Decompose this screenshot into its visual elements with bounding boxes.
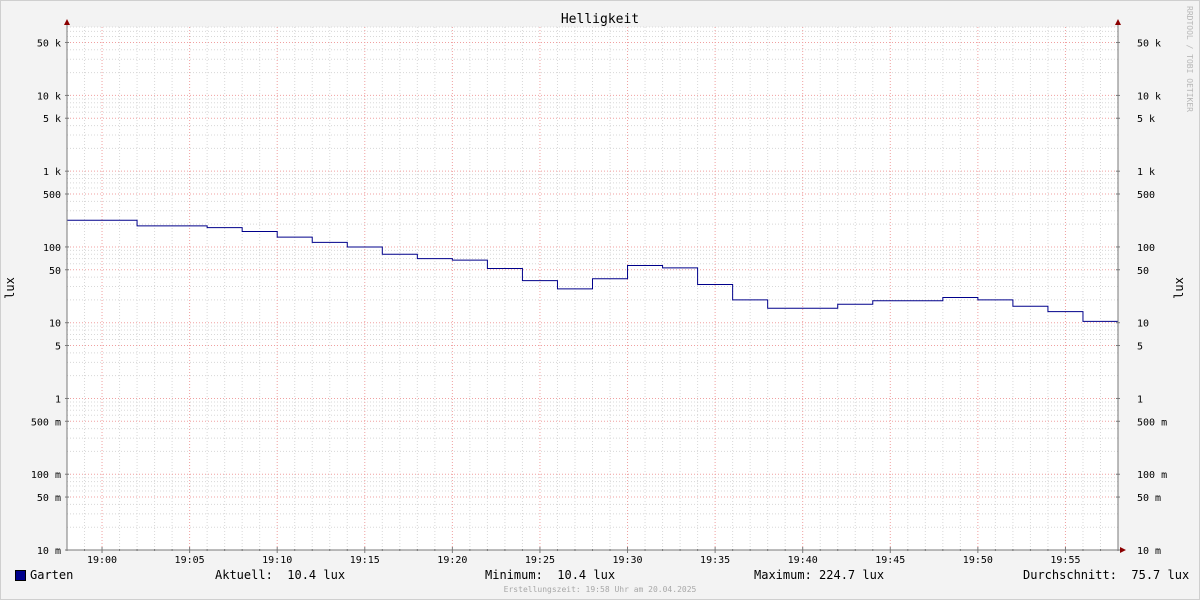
chart-title: Helligkeit: [561, 12, 639, 27]
y-tick-label-right: 50 m: [1137, 493, 1161, 504]
y-axis-label-left: lux: [3, 277, 17, 299]
x-tick-label: 19:25: [525, 555, 555, 566]
y-tick-label-left: 10 k: [37, 91, 61, 102]
y-tick-label-right: 5 k: [1137, 114, 1155, 125]
x-tick-label: 19:20: [437, 555, 467, 566]
y-tick-label-right: 10 m: [1137, 546, 1161, 557]
x-tick-label: 19:50: [963, 555, 993, 566]
y-axis-label-right: lux: [1172, 277, 1186, 299]
rrdtool-credit: RRDTOOL / TOBI OETIKER: [1185, 6, 1194, 112]
x-tick-label: 19:15: [350, 555, 380, 566]
y-tick-label-right: 5: [1137, 342, 1143, 353]
x-tick-label: 19:30: [612, 555, 642, 566]
y-tick-label-left: 5 k: [43, 114, 61, 125]
y-tick-label-left: 1: [55, 394, 61, 405]
creation-time: Erstellungszeit: 19:58 Uhr am 20.04.2025: [503, 585, 697, 594]
x-tick-label: 19:10: [262, 555, 292, 566]
y-tick-label-right: 500 m: [1137, 417, 1167, 428]
x-tick-label: 19:45: [875, 555, 905, 566]
y-tick-label-right: 1: [1137, 394, 1143, 405]
y-tick-label-left: 1 k: [43, 167, 61, 178]
y-tick-label-right: 50 k: [1137, 38, 1161, 49]
y-tick-label-left: 5: [55, 342, 61, 353]
y-tick-label-left: 500 m: [31, 417, 61, 428]
y-tick-label-left: 100: [43, 243, 61, 254]
y-tick-label-left: 10 m: [37, 546, 61, 557]
y-axis-arrow-left: [64, 19, 70, 25]
legend-average: Durchschnitt: 75.7 lux: [1023, 568, 1190, 582]
y-tick-label-left: 500: [43, 190, 61, 201]
legend-maximum: Maximum: 224.7 lux: [754, 568, 885, 582]
y-tick-label-right: 50: [1137, 266, 1149, 277]
y-tick-label-right: 100: [1137, 243, 1155, 254]
y-tick-label-left: 50 m: [37, 493, 61, 504]
y-axis-arrow-right: [1115, 19, 1121, 25]
x-tick-label: 19:35: [700, 555, 730, 566]
x-tick-label: 19:05: [175, 555, 205, 566]
legend-series-name: Garten: [30, 568, 74, 582]
y-tick-label-right: 500: [1137, 190, 1155, 201]
x-axis-arrow: [1120, 547, 1126, 553]
x-tick-label: 19:40: [788, 555, 818, 566]
x-tick-label: 19:55: [1050, 555, 1080, 566]
y-tick-label-left: 50 k: [37, 38, 61, 49]
y-tick-label-right: 100 m: [1137, 470, 1167, 481]
legend-color-swatch: [15, 570, 26, 581]
legend-minimum: Minimum: 10.4 lux: [485, 568, 616, 582]
legend-current: Aktuell: 10.4 lux: [215, 568, 346, 582]
y-tick-label-left: 10: [49, 319, 61, 330]
x-tick-label: 19:00: [87, 555, 117, 566]
y-tick-label-left: 100 m: [31, 470, 61, 481]
brightness-chart: 50 k 50 k 10 k 10 k 5 k 5 k 1 k 1 k 500 500 100 100…: [3, 12, 1186, 566]
y-tick-label-left: 50: [49, 266, 61, 277]
y-tick-label-right: 1 k: [1137, 167, 1155, 178]
y-tick-label-right: 10 k: [1137, 91, 1161, 102]
y-tick-label-right: 10: [1137, 319, 1149, 330]
